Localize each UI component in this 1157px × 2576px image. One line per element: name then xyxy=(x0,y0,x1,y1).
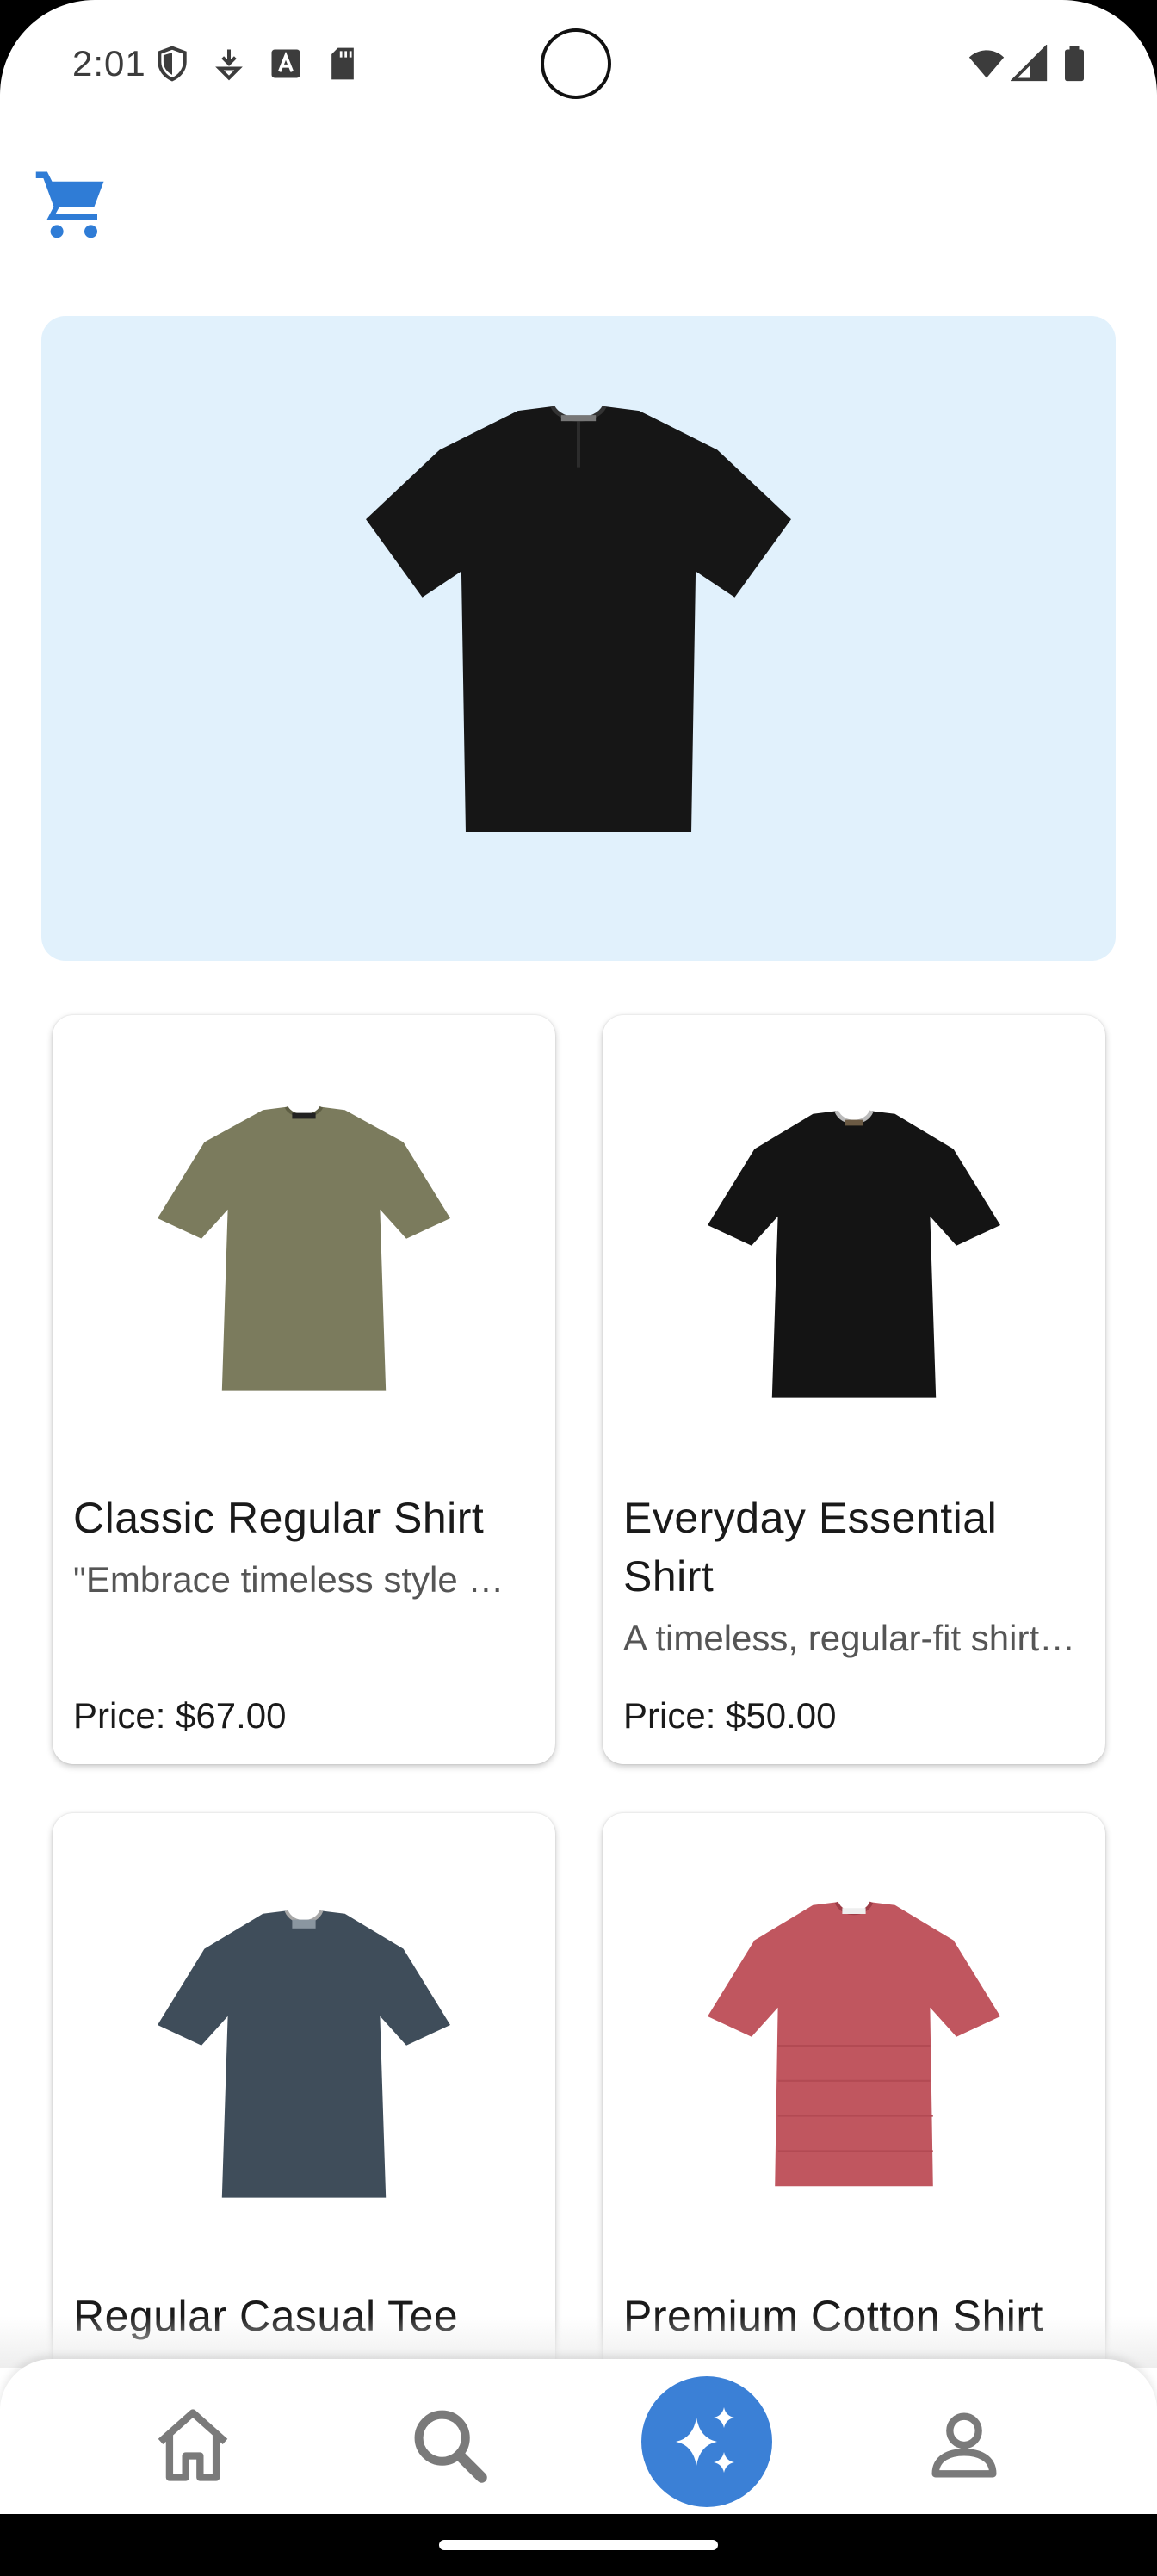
red-tshirt-image xyxy=(708,1901,1000,2187)
product-card[interactable]: Everyday Essential Shirt A timeless, reg… xyxy=(603,1015,1105,1764)
home-icon[interactable] xyxy=(150,2402,236,2488)
phone-screen: 2:01 Classic Regular Shirt "Embrace time… xyxy=(0,0,1157,2576)
product-description: "Embrace timeless style with our Classic… xyxy=(73,1559,529,1600)
ai-sparkle-button[interactable] xyxy=(641,2376,772,2507)
shield-icon xyxy=(158,46,187,82)
product-image xyxy=(53,1813,555,2269)
product-image xyxy=(603,1015,1105,1471)
ai-sparkle-icon xyxy=(676,2407,734,2473)
download-icon xyxy=(215,49,243,81)
product-name: Everyday Essential Shirt xyxy=(623,1494,998,1601)
camera-cutout xyxy=(541,28,611,99)
product-price: Price: $67.00 xyxy=(73,1695,287,1736)
home-gesture-handle[interactable] xyxy=(439,2540,718,2550)
profile-icon[interactable] xyxy=(921,2402,1007,2488)
status-bar: 2:01 xyxy=(0,0,1157,129)
hero-tshirt-image xyxy=(366,405,791,832)
hero-banner[interactable] xyxy=(41,316,1116,961)
signal-icon xyxy=(1011,45,1048,82)
shopping-cart-icon[interactable] xyxy=(33,165,110,243)
slate-tshirt-image xyxy=(158,1910,450,2198)
status-time: 2:01 xyxy=(72,43,146,84)
gesture-bar xyxy=(0,2514,1157,2576)
product-image xyxy=(53,1015,555,1471)
product-card[interactable]: Classic Regular Shirt "Embrace timeless … xyxy=(53,1015,555,1764)
font-icon xyxy=(271,49,300,78)
product-price: Price: $50.00 xyxy=(623,1695,837,1736)
olive-tshirt-image xyxy=(158,1105,450,1391)
product-name: Classic Regular Shirt xyxy=(73,1494,485,1542)
black-tshirt-image xyxy=(708,1110,1000,1398)
product-image xyxy=(603,1813,1105,2269)
wifi-icon xyxy=(968,50,1005,78)
search-icon[interactable] xyxy=(406,2402,492,2488)
sd-card-icon xyxy=(331,47,354,80)
product-description: A timeless, regular-fit shirt for everyd… xyxy=(623,1618,1080,1658)
bottom-navigation xyxy=(0,2359,1157,2514)
battery-icon xyxy=(1065,46,1084,82)
